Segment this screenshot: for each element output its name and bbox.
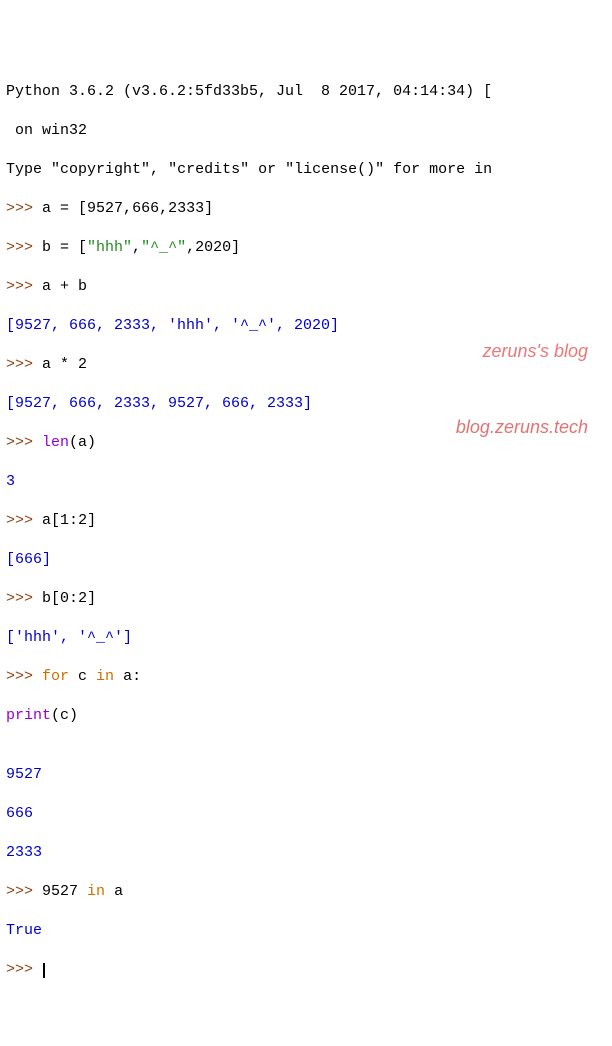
prompt-icon: >>> <box>6 239 42 256</box>
watermark-line-2: blog.zeruns.tech <box>456 415 588 440</box>
prompt-icon: >>> <box>6 434 42 451</box>
repl-line: >>> 9527 in a <box>6 882 606 902</box>
repl-output: 9527 <box>6 765 606 785</box>
header-line-3: Type "copyright", "credits" or "license(… <box>6 160 606 180</box>
prompt-icon: >>> <box>6 512 42 529</box>
watermark: zeruns's blog blog.zeruns.tech <box>456 289 588 465</box>
repl-output: 666 <box>6 804 606 824</box>
prompt-icon: >>> <box>6 883 42 900</box>
prompt-icon: >>> <box>6 590 42 607</box>
repl-continuation: print(c) <box>6 706 606 726</box>
header-line-2: on win32 <box>6 121 606 141</box>
repl-line: >>> a[1:2] <box>6 511 606 531</box>
repl-line: >>> for c in a: <box>6 667 606 687</box>
repl-output: 2333 <box>6 843 606 863</box>
watermark-line-1: zeruns's blog <box>456 339 588 364</box>
repl-output: True <box>6 921 606 941</box>
prompt-icon: >>> <box>6 668 42 685</box>
header-line-1: Python 3.6.2 (v3.6.2:5fd33b5, Jul 8 2017… <box>6 82 606 102</box>
repl-input-line[interactable]: >>> <box>6 960 606 980</box>
prompt-icon: >>> <box>6 200 42 217</box>
repl-output: ['hhh', '^_^'] <box>6 628 606 648</box>
repl-output: 3 <box>6 472 606 492</box>
prompt-icon: >>> <box>6 961 42 978</box>
repl-line: >>> a = [9527,666,2333] <box>6 199 606 219</box>
repl-output: [666] <box>6 550 606 570</box>
cursor-icon <box>43 963 45 978</box>
prompt-icon: >>> <box>6 356 42 373</box>
prompt-icon: >>> <box>6 278 42 295</box>
repl-line: >>> b[0:2] <box>6 589 606 609</box>
repl-line: >>> b = ["hhh","^_^",2020] <box>6 238 606 258</box>
